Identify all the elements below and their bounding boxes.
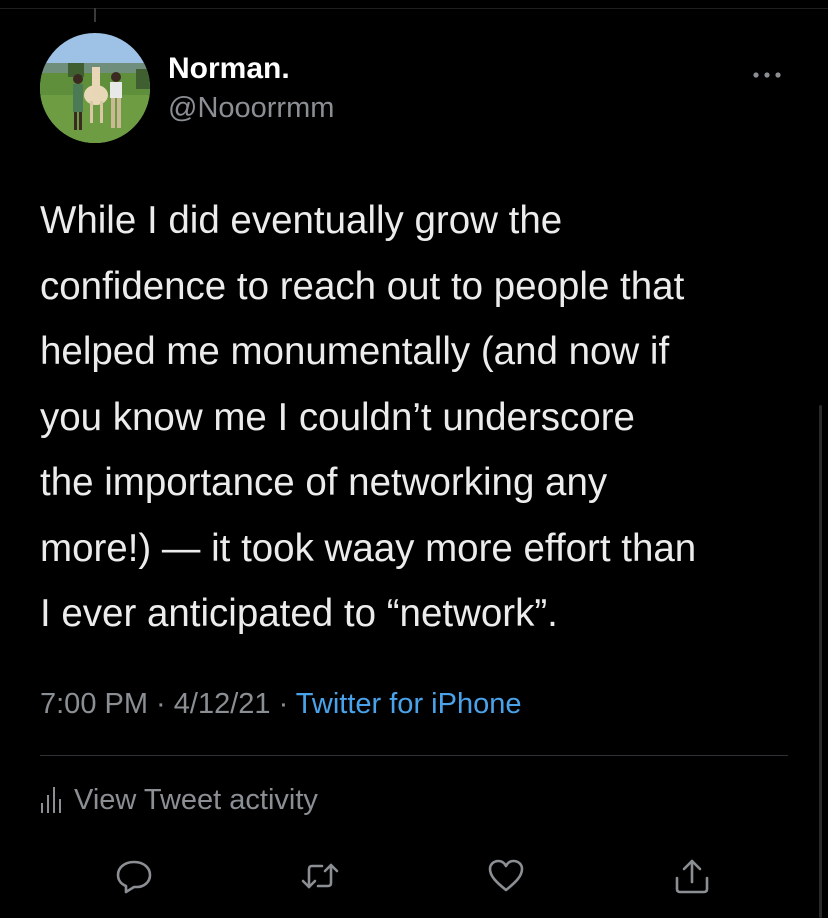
bar-chart-icon	[41, 787, 61, 813]
avatar-photo	[40, 33, 150, 143]
tweet-time: 7:00 PM	[40, 688, 148, 720]
author-handle[interactable]: @Nooorrmm	[168, 92, 334, 125]
tweet-line: helped me monumentally (and now if	[40, 330, 670, 373]
top-divider	[0, 8, 828, 9]
tweet-line: While I did eventually grow the	[40, 199, 563, 242]
scrollbar[interactable]	[819, 405, 822, 918]
meta-separator: ·	[148, 688, 174, 720]
tweet-line: the importance of networking any	[40, 461, 608, 504]
view-tweet-activity-button[interactable]: View Tweet activity	[40, 780, 318, 820]
tweet-line: you know me I couldn’t underscore	[40, 395, 635, 439]
tweet-text: While I did eventually grow the confiden…	[40, 188, 800, 647]
author-name[interactable]: Norman.	[168, 52, 290, 86]
reply-icon[interactable]	[114, 856, 154, 896]
meta-separator: ·	[270, 688, 296, 720]
tweet-date: 4/12/21	[173, 688, 271, 720]
tweet-line: I ever anticipated to “network”.	[40, 592, 558, 635]
share-icon[interactable]	[672, 856, 712, 896]
more-options-icon[interactable]	[752, 56, 782, 87]
tweet-line: confidence to reach out to people that	[40, 264, 685, 308]
tweet-line: more!) — it took waay more effort than	[40, 526, 697, 570]
view-tweet-activity-label: View Tweet activity	[74, 783, 318, 816]
retweet-icon[interactable]	[300, 856, 340, 896]
heart-icon[interactable]	[486, 856, 526, 896]
tweet-meta: 7:00 PM · 4/12/21 · Twitter for iPhone	[40, 688, 521, 721]
avatar[interactable]	[40, 33, 150, 143]
tweet-source-link[interactable]: Twitter for iPhone	[296, 688, 522, 720]
divider	[40, 755, 788, 756]
thread-line	[94, 8, 96, 22]
